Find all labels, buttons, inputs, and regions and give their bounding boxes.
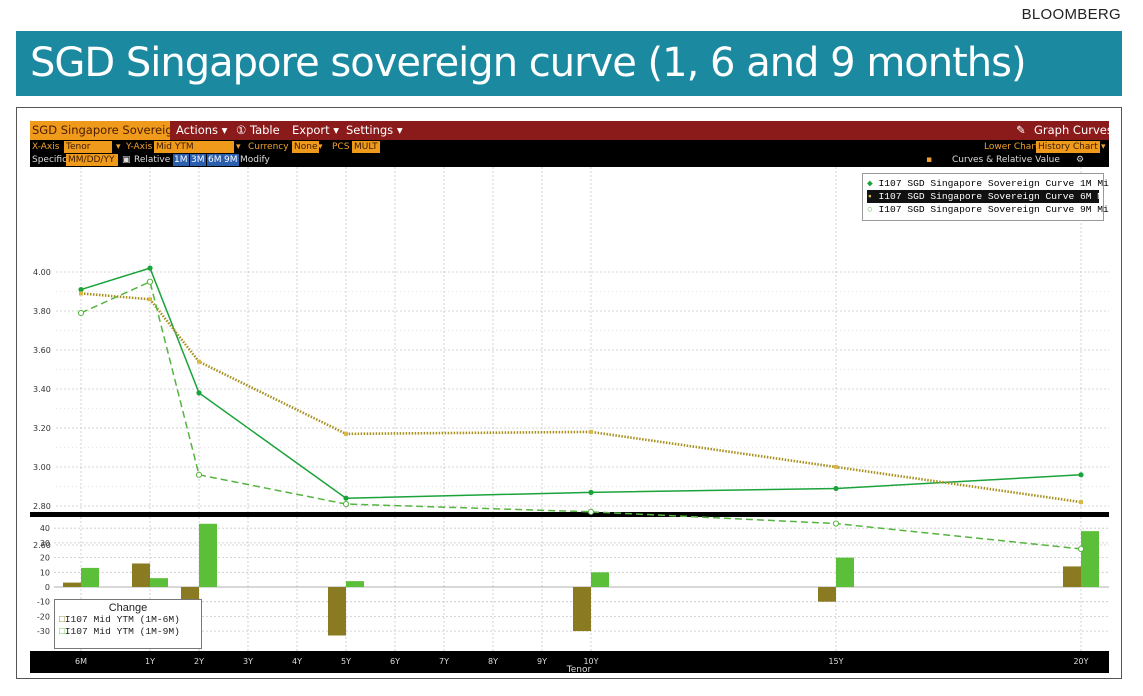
bar-1m-9m <box>199 523 217 587</box>
bar-1m-6m <box>573 587 591 632</box>
x-tick-label: 9Y <box>537 657 547 666</box>
y-tick-label: 40 <box>40 524 50 533</box>
x-tick-label: 20Y <box>1073 657 1088 666</box>
x-tick-label: 5Y <box>341 657 351 666</box>
y-tick-label: 3.40 <box>33 385 51 394</box>
y-tick-label: 20 <box>40 554 50 563</box>
screenshot-frame: SGD Singapore Sovereign C Actions ▾ ① Ta… <box>16 107 1122 679</box>
series-1m-line <box>80 267 1082 499</box>
series-6m-point <box>589 429 593 434</box>
y-tick-label: 0 <box>45 583 50 592</box>
series-6m-point <box>197 359 201 364</box>
legend-item-1m-9m[interactable]: □I107 Mid YTM (1M-9M) <box>59 626 197 638</box>
series-9m-point <box>587 508 595 515</box>
bar-1m-9m <box>836 557 854 587</box>
series-6m-point <box>148 297 152 302</box>
y-tick-label: -30 <box>37 627 50 636</box>
x-tick-label: 4Y <box>292 657 302 666</box>
lower-legend-title: Change <box>108 602 148 614</box>
legend-item-1m[interactable]: ◆ I107 SGD Singapore Sovereign Curve 1M … <box>867 177 1109 190</box>
y-tick-label: 4.00 <box>33 268 51 277</box>
series-9m-point <box>832 520 840 527</box>
bar-1m-6m <box>63 582 81 587</box>
series-1m-point <box>78 286 84 293</box>
series-1m-point <box>343 495 349 501</box>
bar-1m-6m <box>132 563 150 587</box>
bar-1m-6m <box>328 587 346 636</box>
series-1m-point <box>196 390 202 396</box>
series-1m-point <box>833 485 839 492</box>
x-tick-label: 6Y <box>390 657 400 666</box>
y-tick-label: 3.80 <box>33 307 51 316</box>
source-label: BLOOMBERG <box>1021 6 1121 23</box>
x-axis-label: Tenor <box>566 665 592 673</box>
bar-1m-9m <box>150 578 168 587</box>
y-tick-label: 3.00 <box>33 463 51 472</box>
x-tick-label: 1Y <box>145 657 155 666</box>
y-tick-label: 30 <box>40 539 50 548</box>
legend-item-1m-6m[interactable]: □I107 Mid YTM (1M-6M) <box>59 614 197 626</box>
y-tick-label: 3.60 <box>33 346 51 355</box>
terminal-window: SGD Singapore Sovereign C Actions ▾ ① Ta… <box>30 121 1109 673</box>
legend-item-9m[interactable]: ○ I107 SGD Singapore Sovereign Curve 9M … <box>867 203 1109 216</box>
series-9m-point <box>77 309 85 317</box>
y-tick-label: -10 <box>37 598 50 607</box>
series-9m-point <box>1077 545 1085 552</box>
series-9m-point <box>146 278 154 285</box>
series-1m-point <box>588 489 594 495</box>
legend-item-6m[interactable]: ▪ I107 SGD Singapore Sovereign Curve 6M … <box>867 190 1109 203</box>
series-6m-point <box>1079 500 1083 505</box>
series-1m-point <box>147 265 153 271</box>
upper-legend: ◆ I107 SGD Singapore Sovereign Curve 1M … <box>862 173 1109 221</box>
page-title: SGD Singapore sovereign curve (1, 6 and … <box>16 31 1122 96</box>
series-6m-point <box>834 465 838 469</box>
bar-1m-6m <box>1063 566 1081 587</box>
lower-legend: Change □I107 Mid YTM (1M-6M) □I107 Mid Y… <box>54 599 202 649</box>
bar-1m-9m <box>81 567 99 587</box>
x-tick-label: 15Y <box>828 657 843 666</box>
x-tick-label: 3Y <box>243 657 253 666</box>
series-1m-point <box>1078 472 1084 478</box>
series-6m-line <box>80 292 1082 504</box>
x-tick-label: 6M <box>75 657 87 666</box>
y-tick-label: 3.20 <box>33 424 51 433</box>
y-tick-label: -20 <box>37 612 50 621</box>
bar-1m-9m <box>1081 531 1099 587</box>
y-tick-label: 2.80 <box>33 502 51 511</box>
series-9m-point <box>342 500 350 508</box>
bar-1m-9m <box>346 581 364 587</box>
series-6m-point <box>79 291 83 296</box>
x-tick-label: 2Y <box>194 657 204 666</box>
x-tick-label: 8Y <box>488 657 498 666</box>
series-9m-point <box>195 471 203 478</box>
x-tick-label: 7Y <box>439 657 449 666</box>
y-tick-label: 10 <box>40 568 50 577</box>
series-6m-point <box>344 431 348 436</box>
bar-1m-9m <box>591 572 609 587</box>
bar-1m-6m <box>818 587 836 602</box>
